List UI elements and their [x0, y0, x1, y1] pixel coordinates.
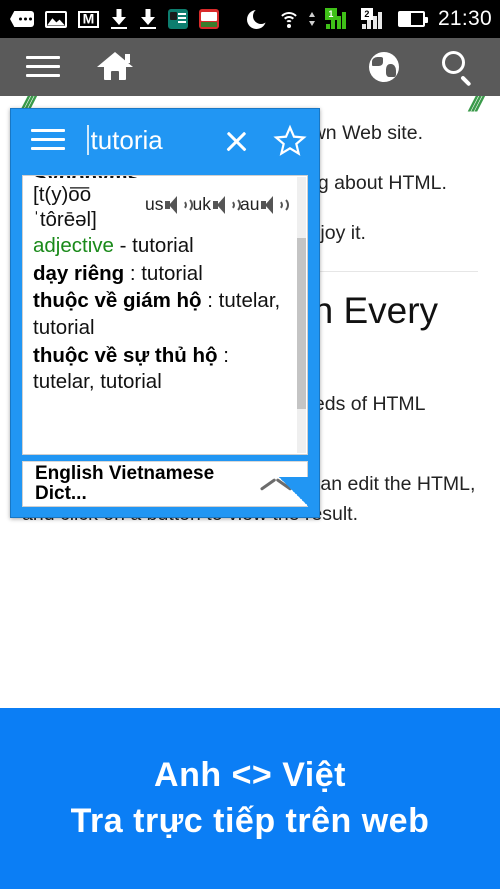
gmail-icon — [78, 10, 99, 28]
globe-icon[interactable] — [369, 52, 399, 82]
vietnamese-term: dạy riêng — [33, 261, 125, 285]
dictionary-menu-icon[interactable] — [31, 129, 65, 151]
definition-separator: : — [217, 343, 229, 367]
pronounce-au-label: au — [239, 194, 260, 214]
menu-icon[interactable] — [26, 54, 60, 80]
synonyms-heading: Synonyms — [33, 176, 291, 178]
text-cursor — [87, 125, 89, 155]
battery-icon — [397, 11, 428, 27]
dictionary-source-title: English Vietnamese — [35, 463, 215, 485]
data-transfer-arrows-icon — [308, 10, 316, 28]
pronounce-us-label: us — [145, 194, 164, 214]
dictionary-popup[interactable]: Synonyms [t(y)o͞oˈtôrēəl] us uk — [10, 108, 320, 518]
dictionary-header — [11, 109, 319, 171]
definition-separator: - — [113, 234, 133, 257]
wifi-icon — [277, 10, 301, 28]
definition-entry: thuộc về giám hộ : tutelar, tutorial — [33, 288, 291, 341]
part-of-speech: adjective — [33, 234, 114, 257]
definition-meaning: tutorial — [132, 234, 194, 257]
definition-meaning: tutelar, tutorial — [33, 370, 162, 394]
speaker-icon — [261, 195, 290, 215]
dictionary-app-icon — [199, 9, 219, 29]
status-bar-right-icons: 1 2 21:30 — [246, 7, 492, 31]
ad-banner[interactable]: Anh <> Việt Tra trực tiếp trên web — [0, 708, 500, 889]
pronunciation-buttons: us uk au — [145, 182, 290, 215]
definition-separator: : — [124, 261, 142, 285]
photos-icon — [45, 10, 67, 28]
vietnamese-term: thuộc về sự thủ hộ — [33, 343, 218, 367]
search-icon[interactable] — [442, 51, 474, 86]
status-bar: 1 2 21:30 — [0, 0, 500, 38]
resize-handle[interactable] — [279, 477, 319, 517]
pronounce-au[interactable]: au — [239, 194, 290, 215]
dictionary-footer[interactable]: English Vietnamese Dict... — [22, 461, 308, 507]
download-icon-2 — [139, 9, 157, 29]
dictionary-search-input[interactable] — [90, 124, 221, 156]
dictionary-source-block: English Vietnamese Dict... — [35, 464, 214, 504]
definition-list: adjective - tutorial dạy riêng : tutoria… — [33, 233, 291, 396]
status-bar-left-icons — [10, 9, 219, 29]
definition-entry: thuộc về sự thủ hộ : tutelar, tutorial — [33, 343, 291, 396]
signal-sim1-icon: 1 — [324, 8, 352, 29]
dictionary-scroll-area: Synonyms [t(y)o͞oˈtôrēəl] us uk — [23, 176, 307, 454]
toolbar-right-group — [369, 51, 474, 86]
scrollbar[interactable] — [297, 177, 306, 453]
home-icon[interactable] — [97, 52, 133, 82]
definition-entry: adjective - tutorial — [33, 233, 291, 260]
speaker-icon — [165, 195, 194, 215]
scrollbar-thumb[interactable] — [297, 237, 306, 409]
ad-line-1: Anh <> Việt — [154, 755, 346, 794]
signal-sim2-icon: 2 — [360, 8, 388, 29]
pronounce-uk-label: uk — [192, 194, 211, 214]
learning-english-app-icon — [168, 9, 188, 29]
dictionary-content[interactable]: Synonyms [t(y)o͞oˈtôrēəl] us uk — [22, 175, 308, 455]
status-bar-clock: 21:30 — [437, 7, 492, 30]
definition-entry: dạy riêng : tutorial — [33, 261, 291, 288]
phone-screen: 1 2 21:30 /// /// With HTML you can crea… — [0, 0, 500, 889]
ad-line-2: Tra trực tiếp trên web — [70, 801, 430, 840]
dictionary-source-subtitle: Dict... — [35, 483, 87, 504]
messaging-icon — [10, 11, 34, 27]
definition-meaning: tutorial — [141, 261, 203, 285]
speaker-icon — [212, 195, 241, 215]
phonetic-transcription: [t(y)o͞oˈtôrēəl] — [33, 183, 97, 231]
pronounce-us[interactable]: us — [145, 194, 194, 215]
dictionary-search-field[interactable] — [65, 124, 221, 156]
browser-toolbar — [0, 38, 500, 96]
definition-separator: : — [201, 289, 219, 313]
pronunciation-row: [t(y)o͞oˈtôrēəl] us uk au — [33, 182, 291, 232]
do-not-disturb-moon-icon — [246, 7, 269, 30]
download-icon — [110, 9, 128, 29]
vietnamese-term: thuộc về giám hộ — [33, 289, 202, 313]
close-icon[interactable] — [221, 125, 251, 155]
star-icon[interactable] — [272, 124, 307, 157]
sim1-badge: 1 — [324, 8, 337, 20]
sim2-badge: 2 — [360, 8, 373, 20]
pronounce-uk[interactable]: uk — [192, 194, 241, 215]
